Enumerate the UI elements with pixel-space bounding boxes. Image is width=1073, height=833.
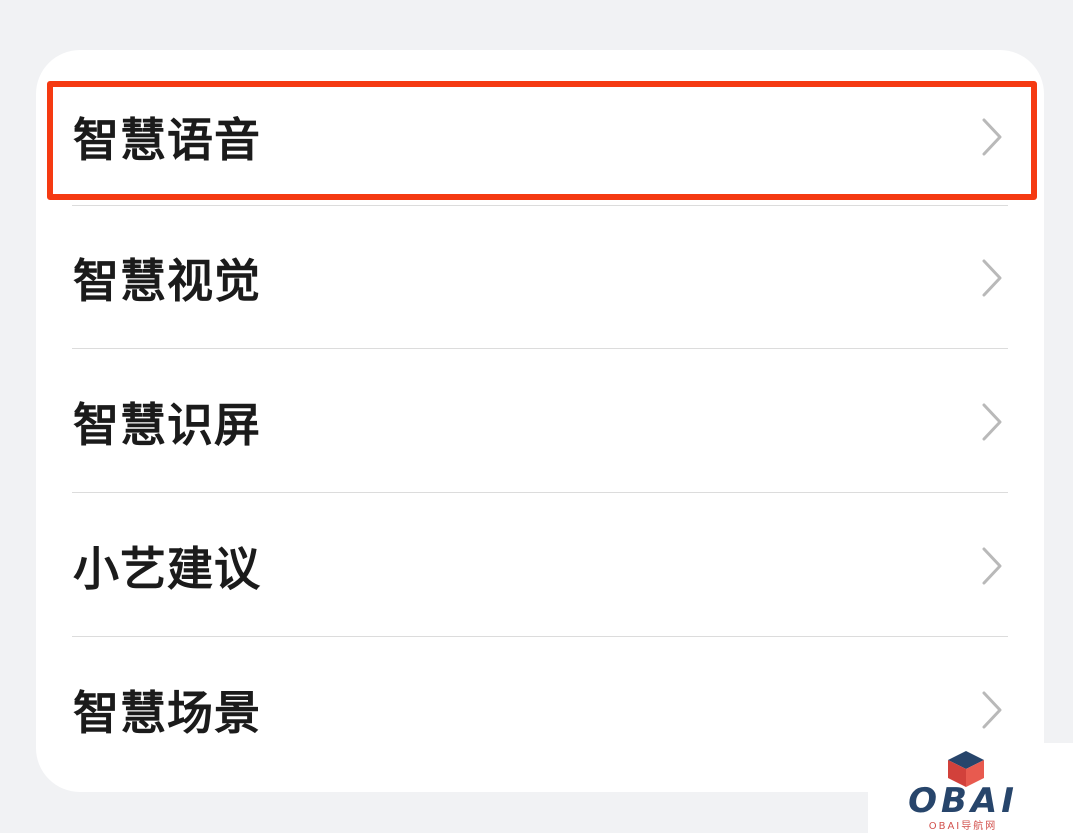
menu-item-smart-voice[interactable]: 智慧语音 bbox=[36, 65, 1044, 209]
watermark-subtitle: OBAI导航网 bbox=[928, 821, 998, 832]
watermark-logo: OBAI OBAI导航网 bbox=[868, 743, 1073, 833]
divider bbox=[72, 492, 1008, 493]
chevron-right-icon bbox=[982, 403, 1002, 441]
menu-item-smart-screen-recognition[interactable]: 智慧识屏 bbox=[36, 350, 1044, 494]
menu-item-label: 智慧视觉 bbox=[73, 254, 261, 308]
watermark-text: OBAI bbox=[908, 781, 1018, 821]
chevron-right-icon bbox=[982, 259, 1002, 297]
menu-item-smart-vision[interactable]: 智慧视觉 bbox=[36, 206, 1044, 350]
menu-item-label: 小艺建议 bbox=[73, 542, 261, 596]
divider bbox=[72, 348, 1008, 349]
chevron-right-icon bbox=[982, 547, 1002, 585]
menu-item-label: 智慧场景 bbox=[73, 686, 261, 740]
menu-item-label: 智慧语音 bbox=[73, 113, 261, 167]
chevron-right-icon bbox=[982, 691, 1002, 729]
settings-card: 智慧语音 智慧视觉 智慧识屏 小艺建议 智慧场景 bbox=[36, 50, 1044, 792]
menu-item-xiaoyi-suggestions[interactable]: 小艺建议 bbox=[36, 494, 1044, 638]
chevron-right-icon bbox=[982, 118, 1002, 156]
menu-item-label: 智慧识屏 bbox=[73, 398, 261, 452]
divider bbox=[72, 636, 1008, 637]
